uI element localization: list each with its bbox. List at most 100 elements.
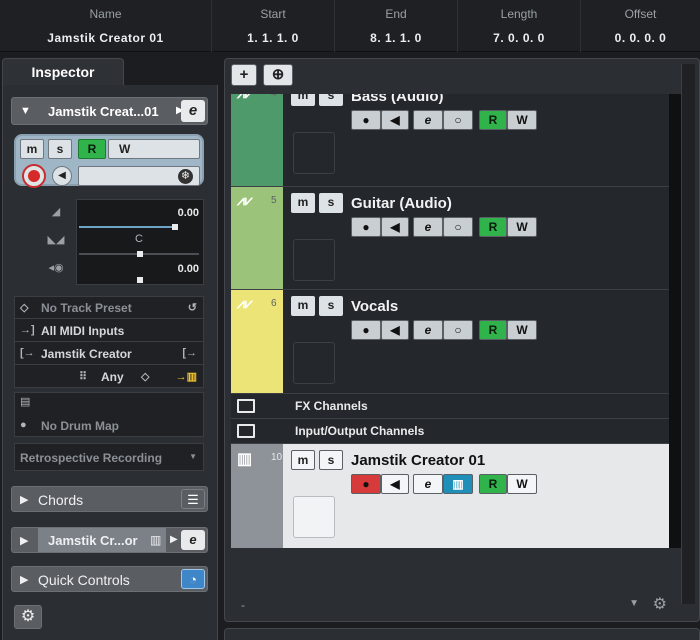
expand-triangle-icon[interactable]: ▶ xyxy=(20,534,28,547)
edit-instrument-button[interactable]: e xyxy=(181,100,205,122)
lock-button[interactable]: ○ xyxy=(443,320,473,340)
edit-channel-button[interactable]: e xyxy=(413,110,443,130)
mute-button[interactable]: m xyxy=(291,193,315,213)
track-guitar[interactable]: ⩘⩗ 5 m s Guitar (Audio) ● ◀ e ○ R W xyxy=(231,187,669,290)
add-track-button[interactable]: + xyxy=(231,64,257,86)
inspector-track-name[interactable]: Jamstik Creat...01 xyxy=(48,104,159,119)
drum-map-label[interactable]: No Drum Map xyxy=(41,419,119,433)
midi-input-label[interactable]: All MIDI Inputs xyxy=(41,324,124,338)
zoom-out-button[interactable]: - xyxy=(241,598,245,612)
folder-input-output-channels[interactable]: Input/Output Channels xyxy=(231,419,669,444)
track-name[interactable]: Jamstik Creator 01 xyxy=(351,452,485,469)
read-button[interactable]: R xyxy=(479,110,507,130)
inspector-tab[interactable]: Inspector xyxy=(2,58,124,86)
monitor-button[interactable]: ◀ xyxy=(381,474,409,494)
monitor-button[interactable]: ◀ xyxy=(381,320,409,340)
piano-icon[interactable]: ▥ xyxy=(150,533,161,547)
keyboard-arrow-icon[interactable]: →▥ xyxy=(176,370,197,383)
record-enable-button[interactable]: ● xyxy=(351,320,381,340)
edit-instrument-icon[interactable]: e xyxy=(181,530,205,550)
chords-settings-icon[interactable]: ☰ xyxy=(181,489,205,509)
write-button[interactable]: W xyxy=(507,110,537,130)
solo-button[interactable]: s xyxy=(319,94,343,106)
delay-value[interactable]: 0.00 xyxy=(178,263,199,275)
lock-button[interactable]: ○ xyxy=(443,217,473,237)
mute-button[interactable]: m xyxy=(291,450,315,470)
add-track-multi-button[interactable]: ⊕ xyxy=(263,64,293,86)
mute-button[interactable]: m xyxy=(291,296,315,316)
info-offset[interactable]: Offset 0. 0. 0. 0 xyxy=(581,0,700,52)
info-length-value[interactable]: 7. 0. 0. 0 xyxy=(458,31,580,45)
volume-fader-handle[interactable] xyxy=(172,224,178,230)
edit-instrument-button[interactable]: e xyxy=(413,474,443,494)
track-name[interactable]: Vocals xyxy=(351,298,398,315)
monitor-button[interactable]: ◀ xyxy=(381,110,409,130)
record-enable-button[interactable]: ● xyxy=(351,474,381,494)
track-color-strip[interactable] xyxy=(231,94,283,186)
retrospective-recording-row[interactable]: Retrospective Recording ▼ xyxy=(14,443,204,471)
write-automation-button[interactable]: W xyxy=(108,139,200,159)
input-transformer-field[interactable]: ❄ xyxy=(78,166,200,186)
quick-controls-section[interactable]: ▶ Quick Controls ◔ xyxy=(11,566,208,592)
track-list-scrollbar[interactable] xyxy=(669,94,681,548)
write-button[interactable]: W xyxy=(507,320,537,340)
gear-icon[interactable]: ⚙ xyxy=(653,594,667,614)
track-preset-label[interactable]: No Track Preset xyxy=(41,301,132,315)
lock-button[interactable]: ○ xyxy=(443,110,473,130)
quick-controls-knob-icon[interactable]: ◔ xyxy=(181,569,205,589)
midi-input-row[interactable]: →] All MIDI Inputs xyxy=(15,320,203,342)
solo-button[interactable]: s xyxy=(319,193,343,213)
read-button[interactable]: R xyxy=(479,474,507,494)
chords-section[interactable]: ▶ Chords ☰ xyxy=(11,486,208,512)
track-bass[interactable]: ⩘⩗ 4 m s Bass (Audio) ● ◀ e ○ R W xyxy=(231,94,669,187)
read-automation-button[interactable]: R xyxy=(78,139,106,159)
track-jamstik[interactable]: ▥ 10 m s Jamstik Creator 01 ● ◀ e ▥ R W xyxy=(231,444,669,548)
track-picture[interactable] xyxy=(293,496,335,538)
track-name[interactable]: Bass (Audio) xyxy=(351,94,444,105)
record-enable-button[interactable] xyxy=(22,164,46,188)
track-preset-row[interactable]: ◇ No Track Preset ↺ xyxy=(15,297,203,319)
volume-value[interactable]: 0.00 xyxy=(178,207,199,219)
reset-icon[interactable]: ↺ xyxy=(188,301,197,314)
dropdown-arrow-icon[interactable]: ▼ xyxy=(189,452,197,461)
arrow-right-icon[interactable]: ▶ xyxy=(170,534,178,545)
expand-triangle-icon[interactable]: ▶ xyxy=(20,573,28,586)
volume-fader[interactable] xyxy=(79,226,175,228)
dropdown-arrow-icon[interactable]: ▼ xyxy=(629,598,639,609)
expand-triangle-icon[interactable]: ▶ xyxy=(20,493,28,506)
info-name-value[interactable]: Jamstik Creator 01 xyxy=(0,31,211,45)
track-name[interactable]: Guitar (Audio) xyxy=(351,195,452,212)
freeze-icon[interactable]: ❄ xyxy=(178,169,193,184)
edit-channel-button[interactable]: e xyxy=(413,320,443,340)
write-button[interactable]: W xyxy=(507,217,537,237)
inspector-settings-gear-icon[interactable]: ⚙ xyxy=(14,605,42,629)
info-start[interactable]: Start 1. 1. 1. 0 xyxy=(212,0,335,52)
solo-button[interactable]: s xyxy=(319,296,343,316)
folder-name[interactable]: Input/Output Channels xyxy=(295,424,424,438)
info-end[interactable]: End 8. 1. 1. 0 xyxy=(335,0,458,52)
write-button[interactable]: W xyxy=(507,474,537,494)
track-picture[interactable] xyxy=(293,342,335,384)
preset-diamond-icon[interactable]: ◇ xyxy=(141,370,149,383)
monitor-button[interactable]: ◀ xyxy=(381,217,409,237)
edit-channel-button[interactable]: e xyxy=(413,217,443,237)
output-routing-icon[interactable]: [→ xyxy=(182,347,197,359)
inspector-track-header[interactable]: ▼ Jamstik Creat...01 ▶ e xyxy=(11,97,208,125)
monitor-button[interactable]: ◀ xyxy=(52,166,72,186)
mute-button[interactable]: m xyxy=(291,94,315,106)
info-end-value[interactable]: 8. 1. 1. 0 xyxy=(335,31,457,45)
track-vocals[interactable]: ⩘⩗ 6 m s Vocals ● ◀ e ○ R W xyxy=(231,290,669,394)
channel-row[interactable]: ⠿ Any ◇ →▥ xyxy=(15,366,203,388)
instrument-section[interactable]: ▶ Jamstik Cr...or ▥ ▶ e xyxy=(11,527,208,553)
track-picture[interactable] xyxy=(293,239,335,281)
record-enable-button[interactable]: ● xyxy=(351,110,381,130)
folder-fx-channels[interactable]: FX Channels xyxy=(231,394,669,419)
record-enable-button[interactable]: ● xyxy=(351,217,381,237)
read-button[interactable]: R xyxy=(479,217,507,237)
piano-editor-icon[interactable]: ▥ xyxy=(443,474,473,494)
track-picture[interactable] xyxy=(293,132,335,174)
info-offset-value[interactable]: 0. 0. 0. 0 xyxy=(581,31,700,45)
output-label[interactable]: Jamstik Creator xyxy=(41,347,132,361)
info-length[interactable]: Length 7. 0. 0. 0 xyxy=(458,0,581,52)
delay-handle[interactable] xyxy=(137,277,143,283)
